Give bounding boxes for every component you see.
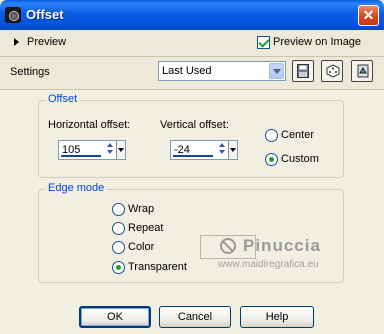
preview-on-image-label[interactable]: Preview on Image xyxy=(273,36,361,48)
vertical-offset-label: Vertical offset: xyxy=(160,119,229,131)
randomize-button[interactable] xyxy=(321,60,343,82)
expand-triangle-icon[interactable] xyxy=(14,38,19,46)
randomize-dice-icon xyxy=(326,64,340,78)
offset-custom-radio[interactable] xyxy=(265,153,278,166)
offset-center-label[interactable]: Center xyxy=(281,129,314,141)
window-title: Offset xyxy=(26,7,64,22)
edge-color-label[interactable]: Color xyxy=(128,241,154,253)
watermark-name: Pinuccia xyxy=(243,236,321,255)
settings-label: Settings xyxy=(10,66,50,78)
preset-dropdown[interactable]: Last Used xyxy=(158,61,286,81)
preset-dropdown-value: Last Used xyxy=(162,65,212,77)
reset-button[interactable] xyxy=(351,60,373,82)
watermark-url: www.maidiregrafica.eu xyxy=(218,259,319,270)
help-button[interactable]: Help xyxy=(240,306,314,328)
edge-transparent-label[interactable]: Transparent xyxy=(128,261,187,273)
vertical-offset-slider-bar[interactable] xyxy=(173,155,213,157)
close-button[interactable]: ✕ xyxy=(358,5,379,26)
title-bar[interactable]: Offset ✕ xyxy=(0,0,384,30)
ok-button[interactable]: OK xyxy=(79,306,151,328)
edge-transparent-radio[interactable] xyxy=(112,261,125,274)
cancel-button[interactable]: Cancel xyxy=(159,306,231,328)
vertical-offset-dropdown-button[interactable] xyxy=(228,141,237,159)
preview-on-image-checkbox[interactable] xyxy=(257,36,270,49)
preview-toggle-label[interactable]: Preview xyxy=(27,36,66,48)
offset-group-title: Offset xyxy=(46,93,80,105)
horizontal-offset-slider-bar[interactable] xyxy=(61,155,101,157)
vertical-offset-stepper[interactable]: -24 xyxy=(170,140,238,160)
horizontal-offset-dropdown-button[interactable] xyxy=(116,141,125,159)
chevron-down-icon[interactable] xyxy=(269,63,284,79)
horizontal-offset-label: Horizontal offset: xyxy=(48,119,131,131)
edge-color-radio[interactable] xyxy=(112,241,125,254)
edge-repeat-radio[interactable] xyxy=(112,222,125,235)
edge-wrap-label[interactable]: Wrap xyxy=(128,203,154,215)
save-preset-button[interactable] xyxy=(292,60,314,82)
up-down-arrows-icon[interactable] xyxy=(105,142,115,158)
edge-repeat-label[interactable]: Repeat xyxy=(128,222,163,234)
offset-custom-label[interactable]: Custom xyxy=(281,153,319,165)
app-icon xyxy=(5,7,21,23)
edge-wrap-radio[interactable] xyxy=(112,203,125,216)
reset-icon xyxy=(356,64,369,78)
save-preset-icon xyxy=(297,64,309,78)
no-sign-icon xyxy=(220,238,236,254)
up-down-arrows-icon[interactable] xyxy=(217,142,227,158)
horizontal-offset-stepper[interactable]: 105 xyxy=(58,140,126,160)
offset-center-radio[interactable] xyxy=(265,129,278,142)
edge-mode-group-title: Edge mode xyxy=(46,182,107,194)
